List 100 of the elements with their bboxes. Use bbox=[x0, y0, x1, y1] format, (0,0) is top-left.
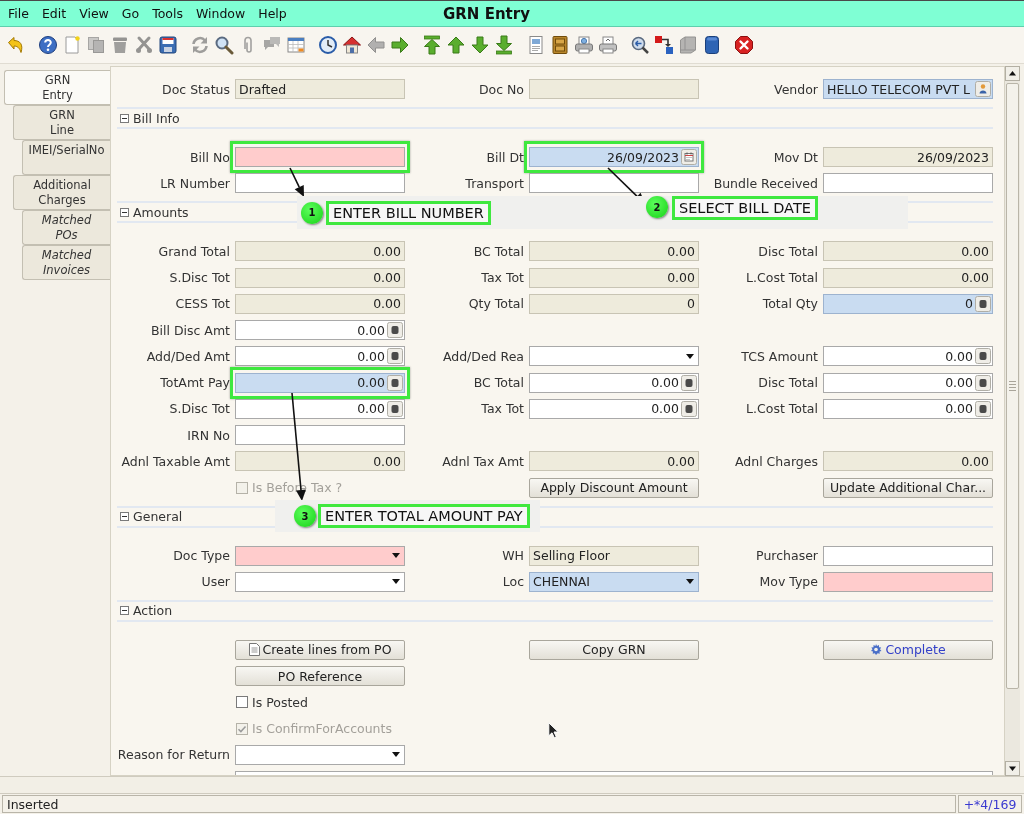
drawer-icon[interactable] bbox=[550, 35, 570, 55]
clock-icon[interactable] bbox=[318, 35, 338, 55]
scrollbar-thumb[interactable] bbox=[1006, 83, 1019, 689]
calculator-icon[interactable] bbox=[387, 348, 403, 365]
amount-field[interactable]: 0.00 bbox=[529, 451, 699, 472]
checkbox[interactable] bbox=[236, 696, 248, 709]
amount-field[interactable]: 0.00 bbox=[235, 267, 405, 288]
calculator-icon[interactable] bbox=[387, 322, 403, 338]
collapse-icon[interactable] bbox=[120, 512, 129, 521]
calculator-icon[interactable] bbox=[975, 295, 991, 312]
amount-field[interactable]: 0.00 bbox=[235, 451, 405, 472]
rounded-tile-icon[interactable] bbox=[702, 35, 722, 55]
tab[interactable]: Matched Invoices bbox=[22, 245, 110, 280]
menu-item[interactable]: File bbox=[8, 6, 29, 21]
amount-field[interactable]: 0.00 bbox=[235, 372, 405, 393]
tab[interactable]: GRN Entry bbox=[4, 70, 110, 105]
checkbox[interactable] bbox=[236, 481, 248, 494]
amount-field[interactable]: 0.00 bbox=[823, 241, 993, 262]
calculator-icon[interactable] bbox=[975, 400, 991, 417]
collapse-icon[interactable] bbox=[120, 606, 129, 616]
help-icon[interactable] bbox=[38, 35, 58, 55]
calculator-icon[interactable] bbox=[681, 400, 697, 417]
arrow-top-icon[interactable] bbox=[422, 35, 442, 55]
dropdown-field[interactable] bbox=[235, 744, 405, 765]
printer-icon[interactable] bbox=[574, 35, 594, 55]
arrow-right-icon[interactable] bbox=[390, 35, 410, 55]
scroll-down-icon[interactable] bbox=[1005, 761, 1020, 776]
printer-icon[interactable] bbox=[598, 35, 618, 55]
arrow-up-icon[interactable] bbox=[446, 35, 466, 55]
amount-field[interactable]: 0.00 bbox=[529, 398, 699, 419]
dropdown-field[interactable] bbox=[529, 346, 699, 367]
picture-document-icon[interactable] bbox=[526, 35, 546, 55]
amount-field[interactable]: 0.00 bbox=[529, 241, 699, 262]
text-field[interactable] bbox=[529, 79, 699, 99]
dropdown-field[interactable] bbox=[235, 571, 405, 592]
menu-item[interactable]: Tools bbox=[152, 6, 183, 21]
dropdown-caret-icon[interactable] bbox=[392, 752, 400, 758]
collapse-icon[interactable] bbox=[120, 113, 129, 123]
arrow-bottom-icon[interactable] bbox=[494, 35, 514, 55]
section-title[interactable]: Action bbox=[133, 603, 173, 619]
scrollbar[interactable] bbox=[1005, 66, 1020, 776]
checkbox[interactable] bbox=[236, 722, 248, 735]
menu-item[interactable]: Go bbox=[121, 6, 140, 21]
text-field[interactable] bbox=[823, 545, 993, 566]
menu-item[interactable]: Window bbox=[195, 6, 246, 21]
action-button[interactable]: Update Additional Char... bbox=[823, 477, 993, 498]
text-field[interactable]: Drafted bbox=[235, 79, 405, 99]
amount-field[interactable]: 0.00 bbox=[529, 267, 699, 288]
section-title[interactable]: Bill Info bbox=[133, 110, 180, 126]
calculator-icon[interactable] bbox=[387, 400, 403, 417]
action-button[interactable]: Complete bbox=[823, 639, 993, 660]
collapse-icon[interactable] bbox=[120, 207, 129, 217]
lookup-field[interactable]: HELLO TELECOM PVT L bbox=[823, 79, 993, 99]
action-button[interactable]: Create lines from PO bbox=[235, 639, 405, 660]
action-button[interactable]: Copy GRN bbox=[529, 639, 699, 660]
text-field[interactable] bbox=[235, 173, 405, 194]
menu-item[interactable]: Edit bbox=[41, 6, 67, 21]
search-icon[interactable] bbox=[214, 35, 234, 55]
home-icon[interactable] bbox=[342, 35, 362, 55]
amount-field[interactable]: 0 bbox=[529, 293, 699, 314]
close-icon[interactable] bbox=[734, 35, 754, 55]
dropdown-caret-icon[interactable] bbox=[686, 353, 694, 359]
amount-field[interactable]: 0.00 bbox=[235, 320, 405, 340]
amount-field[interactable]: 0 bbox=[823, 293, 993, 314]
calculator-icon[interactable] bbox=[387, 374, 403, 391]
tab[interactable]: GRN Line bbox=[13, 105, 110, 140]
text-field[interactable] bbox=[235, 147, 405, 167]
amount-field[interactable]: 0.00 bbox=[823, 451, 993, 472]
calculator-icon[interactable] bbox=[975, 348, 991, 365]
text-field[interactable]: Selling Floor bbox=[529, 545, 699, 566]
save-icon[interactable] bbox=[158, 35, 178, 55]
amount-field[interactable]: 0.00 bbox=[235, 346, 405, 367]
amount-field[interactable]: 0.00 bbox=[529, 372, 699, 393]
dropdown-caret-icon[interactable] bbox=[392, 579, 400, 585]
amount-field[interactable]: 0.00 bbox=[823, 267, 993, 288]
amount-field[interactable]: 0.00 bbox=[823, 398, 993, 419]
amount-field[interactable]: 0.00 bbox=[235, 241, 405, 262]
date-field[interactable]: 26/09/2023 bbox=[823, 147, 993, 167]
calculator-icon[interactable] bbox=[681, 374, 697, 391]
tab[interactable]: IMEI/SerialNo bbox=[22, 140, 110, 175]
action-button[interactable]: PO Reference bbox=[235, 666, 405, 686]
calculator-icon[interactable] bbox=[975, 374, 991, 391]
date-field[interactable]: 26/09/2023 bbox=[529, 147, 699, 167]
person-icon[interactable] bbox=[975, 81, 991, 97]
menu-item[interactable]: View bbox=[79, 6, 109, 21]
text-field[interactable] bbox=[823, 571, 993, 592]
dropdown-field[interactable]: CHENNAI bbox=[529, 571, 699, 592]
dropdown-field[interactable] bbox=[235, 545, 405, 566]
dropdown-caret-icon[interactable] bbox=[686, 579, 694, 585]
dropdown-caret-icon[interactable] bbox=[392, 553, 400, 558]
tab[interactable]: Matched POs bbox=[22, 210, 110, 245]
scroll-up-icon[interactable] bbox=[1005, 66, 1020, 81]
calendar-icon[interactable] bbox=[681, 149, 697, 165]
text-field[interactable] bbox=[529, 173, 699, 194]
section-title[interactable]: General bbox=[133, 509, 183, 524]
squares-arrow-icon[interactable] bbox=[654, 35, 674, 55]
tab[interactable]: Additional Charges bbox=[13, 175, 110, 210]
section-title[interactable]: Amounts bbox=[133, 204, 189, 220]
arrow-down-icon[interactable] bbox=[470, 35, 490, 55]
text-field[interactable] bbox=[823, 173, 993, 194]
